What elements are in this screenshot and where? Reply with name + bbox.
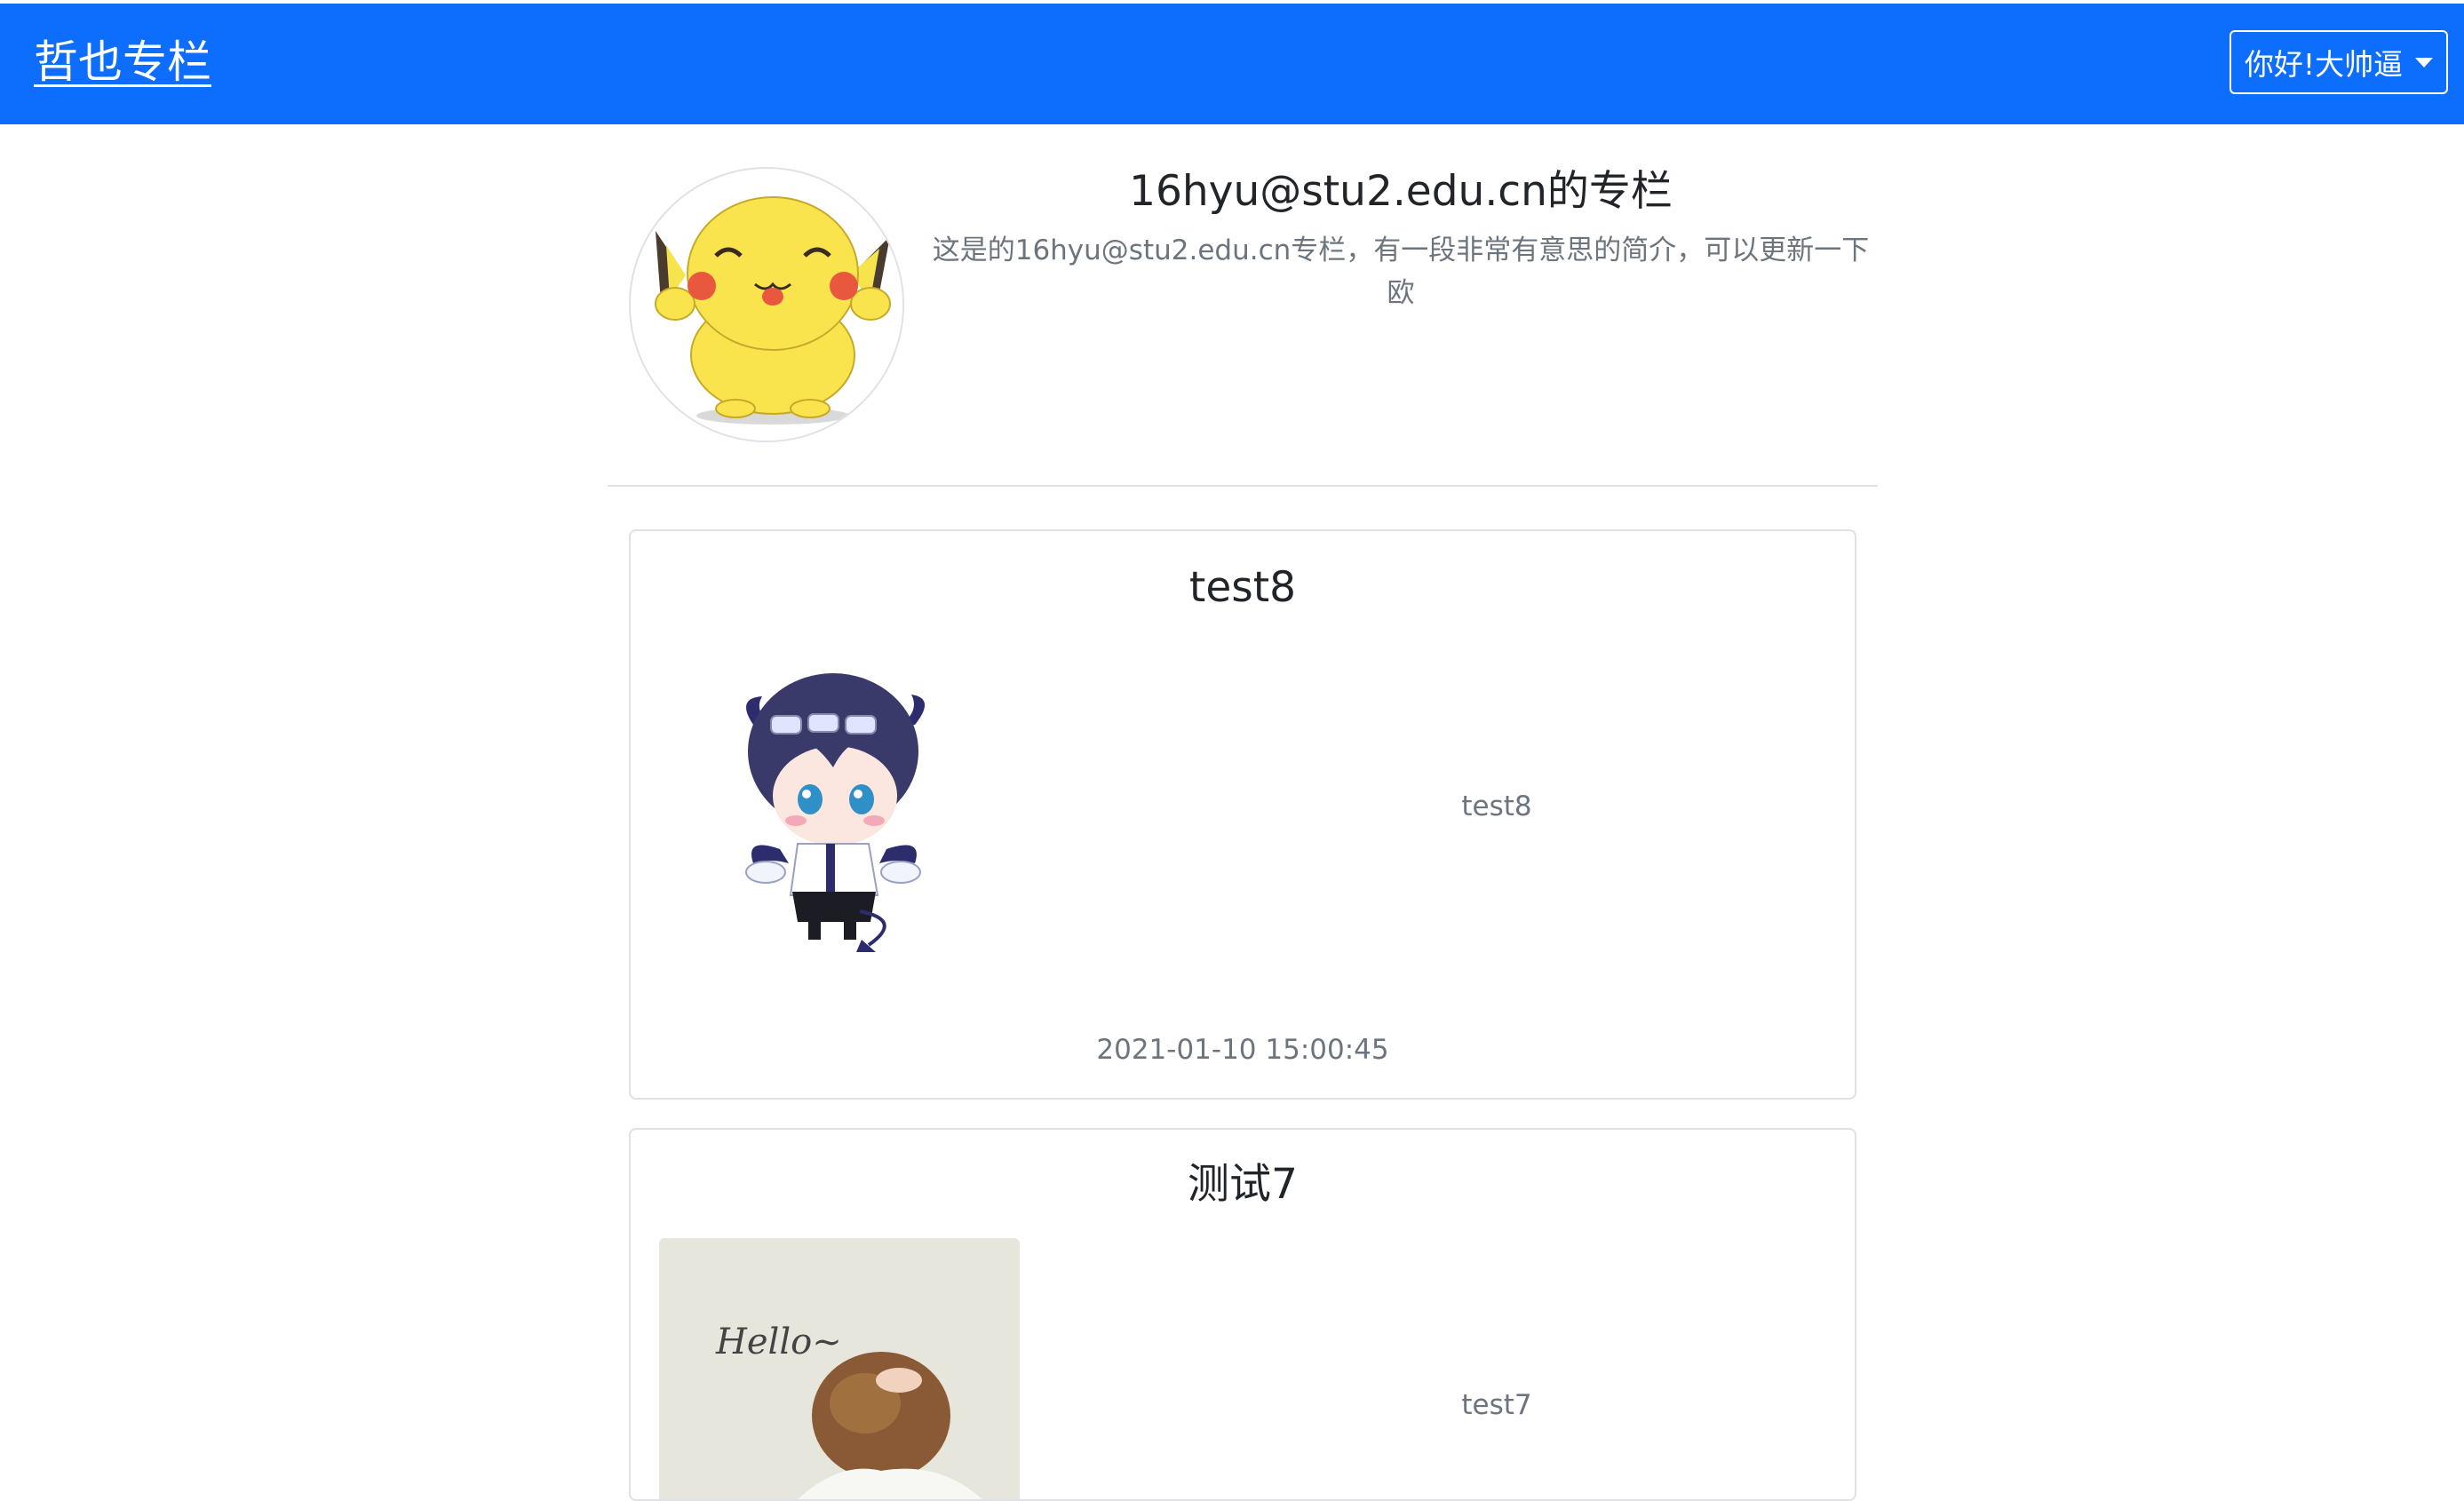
post-title[interactable]: test8 [631,560,1855,616]
pikachu-avatar-icon [631,169,902,441]
column-title: 16hyu@stu2.edu.cn的专栏 [1129,167,1673,216]
post-excerpt: test7 [1461,1389,1532,1421]
user-dropdown-button[interactable]: 你好!大帅逼 [2230,30,2448,94]
post-image [727,663,940,956]
header-divider [608,485,1878,487]
hello-girl-photo-icon: Hello~ [659,1238,1020,1499]
post-card[interactable]: test8 test8 2021-01-10 15:00:45 [629,529,1856,1100]
top-navbar: 哲也专栏 你好!大帅逼 [0,4,2464,124]
column-description: 这是的16hyu@stu2.edu.cn专栏，有一段非常有意思的简介，可以更新一… [932,234,1870,309]
post-image: Hello~ [659,1238,1020,1499]
post-excerpt: test8 [1461,790,1532,822]
user-dropdown-label: 你好!大帅逼 [2244,47,2404,82]
column-avatar [629,167,904,442]
post-date: 2021-01-10 15:00:45 [1096,1034,1389,1066]
svg-text:Hello~: Hello~ [715,1322,842,1362]
chibi-devil-boy-image-icon [745,673,926,952]
brand-link[interactable]: 哲也专栏 [34,30,211,94]
post-card[interactable]: 测试7 Hello~ test7 [629,1128,1856,1501]
caret-down-icon [2415,57,2434,68]
post-title[interactable]: 测试7 [631,1156,1855,1213]
